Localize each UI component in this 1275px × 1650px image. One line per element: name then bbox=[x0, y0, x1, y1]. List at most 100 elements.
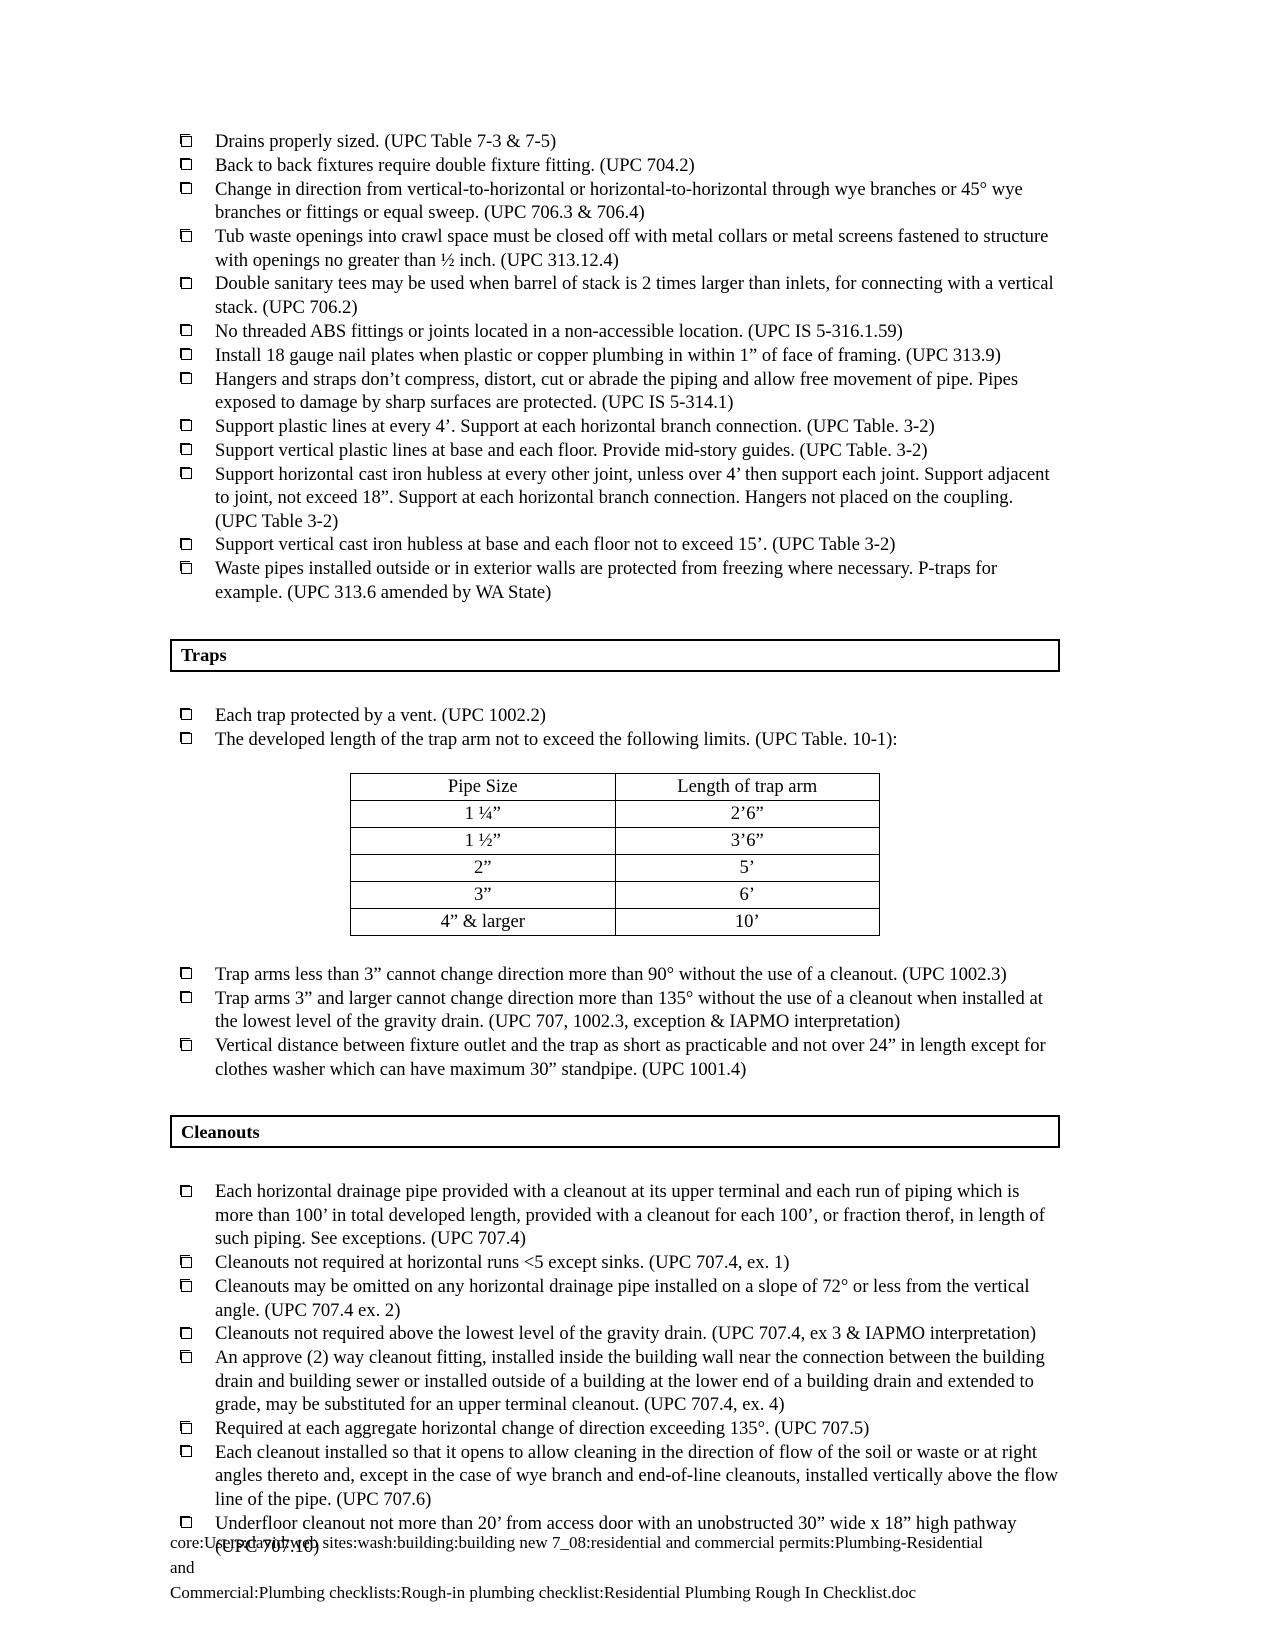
checklist-item-text: Cleanouts may be omitted on any horizont… bbox=[215, 1276, 1030, 1321]
checkbox-icon[interactable] bbox=[179, 347, 192, 361]
checklist-item[interactable]: Support horizontal cast iron hubless at … bbox=[170, 463, 1060, 533]
checklist-item[interactable]: Cleanouts not required above the lowest … bbox=[170, 1322, 1060, 1345]
checkbox-icon[interactable] bbox=[179, 1184, 192, 1197]
checkbox-icon[interactable] bbox=[179, 229, 192, 242]
checklist-item-text: Required at each aggregate horizontal ch… bbox=[215, 1418, 870, 1440]
table-row: 3” 6’ bbox=[350, 880, 880, 909]
table-cell-trap-arm-length: 10’ bbox=[614, 907, 880, 936]
checkbox-icon[interactable] bbox=[179, 1279, 192, 1292]
checklist-item[interactable]: Required at each aggregate horizontal ch… bbox=[170, 1417, 1060, 1440]
checklist-traps-continued: Trap arms less than 3” cannot change dir… bbox=[170, 963, 1060, 1081]
footer-line-2: Commercial:Plumbing checklists:Rough-in … bbox=[170, 1583, 917, 1602]
checklist-item-text: Cleanouts not required at horizontal run… bbox=[215, 1252, 790, 1274]
checklist-item[interactable]: Install 18 gauge nail plates when plasti… bbox=[170, 344, 1060, 367]
checklist-item[interactable]: Each trap protected by a vent. (UPC 1002… bbox=[170, 704, 1060, 727]
footer-line-1: core:Users:david:web sites:wash:building… bbox=[170, 1533, 984, 1577]
checklist-item[interactable]: Trap arms 3” and larger cannot change di… bbox=[170, 987, 1060, 1034]
checkbox-icon[interactable] bbox=[179, 466, 192, 480]
checklist-item[interactable]: Change in direction from vertical-to-hor… bbox=[170, 178, 1060, 225]
checklist-traps: Each trap protected by a vent. (UPC 1002… bbox=[170, 704, 1060, 751]
checkbox-icon[interactable] bbox=[179, 442, 192, 456]
checklist-item-text: Support vertical plastic lines at base a… bbox=[215, 439, 928, 461]
section-header-traps: Traps bbox=[170, 638, 1060, 672]
checklist-item-text: Support horizontal cast iron hubless at … bbox=[215, 463, 1050, 532]
checklist-item[interactable]: Support vertical cast iron hubless at ba… bbox=[170, 533, 1060, 556]
checkbox-icon[interactable] bbox=[179, 323, 192, 337]
table-row: 4” & larger 10’ bbox=[350, 907, 880, 936]
checkbox-icon[interactable] bbox=[179, 967, 192, 980]
checklist-item[interactable]: Each cleanout installed so that it opens… bbox=[170, 1441, 1060, 1511]
checklist-item[interactable]: An approve (2) way cleanout fitting, ins… bbox=[170, 1346, 1060, 1416]
checklist-item[interactable]: Each horizontal drainage pipe provided w… bbox=[170, 1180, 1060, 1250]
checkbox-icon[interactable] bbox=[179, 707, 192, 721]
checklist-drainage-continued: Drains properly sized. (UPC Table 7-3 & … bbox=[170, 130, 1060, 604]
checklist-item[interactable]: Tub waste openings into crawl space must… bbox=[170, 225, 1060, 272]
table-cell-pipe-size: 3” bbox=[350, 880, 616, 909]
footer-file-path: core:Users:david:web sites:wash:building… bbox=[170, 1530, 1000, 1605]
checkbox-icon[interactable] bbox=[179, 181, 192, 195]
checkbox-icon[interactable] bbox=[179, 1350, 192, 1363]
checkbox-icon[interactable] bbox=[179, 537, 192, 550]
table-cell-pipe-size: 2” bbox=[350, 853, 616, 882]
checkbox-icon[interactable] bbox=[179, 134, 192, 147]
checklist-item[interactable]: Back to back fixtures require double fix… bbox=[170, 154, 1060, 177]
checkbox-icon[interactable] bbox=[179, 1515, 192, 1529]
checklist-item-text: The developed length of the trap arm not… bbox=[215, 728, 898, 750]
checklist-item[interactable]: Drains properly sized. (UPC Table 7-3 & … bbox=[170, 130, 1060, 153]
checklist-item-text: Waste pipes installed outside or in exte… bbox=[215, 558, 998, 603]
checklist-item-text: Double sanitary tees may be used when ba… bbox=[215, 273, 1054, 318]
checklist-item-text: Hangers and straps don’t compress, disto… bbox=[215, 368, 1019, 413]
checklist-item[interactable]: Vertical distance between fixture outlet… bbox=[170, 1034, 1060, 1081]
section-title: Traps bbox=[181, 644, 227, 665]
checkbox-icon[interactable] bbox=[179, 418, 192, 432]
checklist-item-text: Drains properly sized. (UPC Table 7-3 & … bbox=[215, 131, 557, 152]
checklist-item[interactable]: Support plastic lines at every 4’. Suppo… bbox=[170, 415, 1060, 438]
checkbox-icon[interactable] bbox=[179, 731, 192, 745]
table-header-cell: Pipe Size bbox=[350, 772, 616, 801]
checkbox-icon[interactable] bbox=[179, 561, 192, 574]
table-cell-pipe-size: 1 ¼” bbox=[350, 799, 616, 828]
checkbox-icon[interactable] bbox=[179, 276, 192, 289]
trap-arm-table-container: Pipe Size Length of trap arm 1 ¼” 2’6” 1… bbox=[170, 772, 1060, 936]
checklist-item[interactable]: Double sanitary tees may be used when ba… bbox=[170, 272, 1060, 319]
checklist-item-text: Trap arms 3” and larger cannot change di… bbox=[215, 987, 1043, 1033]
checklist-item[interactable]: The developed length of the trap arm not… bbox=[170, 728, 1060, 751]
table-row: 2” 5’ bbox=[350, 853, 880, 882]
checklist-item[interactable]: Hangers and straps don’t compress, disto… bbox=[170, 368, 1060, 415]
table-cell-trap-arm-length: 6’ bbox=[614, 880, 880, 909]
checkbox-icon[interactable] bbox=[179, 1445, 192, 1458]
checklist-item[interactable]: Cleanouts may be omitted on any horizont… bbox=[170, 1275, 1060, 1322]
checkbox-icon[interactable] bbox=[179, 1421, 192, 1434]
checklist-item-text: Change in direction from vertical-to-hor… bbox=[215, 178, 1023, 224]
checklist-item[interactable]: Trap arms less than 3” cannot change dir… bbox=[170, 963, 1060, 986]
checkbox-icon[interactable] bbox=[179, 1255, 192, 1268]
table-cell-trap-arm-length: 3’6” bbox=[614, 826, 880, 855]
table-cell-pipe-size: 4” & larger bbox=[350, 907, 616, 936]
checklist-item[interactable]: Support vertical plastic lines at base a… bbox=[170, 439, 1060, 462]
table-cell-pipe-size: 1 ½” bbox=[350, 826, 616, 855]
table-cell-trap-arm-length: 5’ bbox=[614, 853, 880, 882]
checklist-item[interactable]: Cleanouts not required at horizontal run… bbox=[170, 1251, 1060, 1274]
checklist-item-text: Tub waste openings into crawl space must… bbox=[215, 226, 1049, 271]
checkbox-icon[interactable] bbox=[179, 371, 192, 385]
checklist-item-text: Support plastic lines at every 4’. Suppo… bbox=[215, 415, 935, 437]
trap-arm-table: Pipe Size Length of trap arm 1 ¼” 2’6” 1… bbox=[350, 772, 880, 936]
checklist-item-text: Vertical distance between fixture outlet… bbox=[215, 1035, 1046, 1080]
table-cell-trap-arm-length: 2’6” bbox=[614, 799, 880, 828]
checkbox-icon[interactable] bbox=[179, 990, 192, 1004]
table-header-cell: Length of trap arm bbox=[614, 772, 880, 801]
checklist-item-text: No threaded ABS fittings or joints locat… bbox=[215, 320, 903, 342]
checklist-item[interactable]: No threaded ABS fittings or joints locat… bbox=[170, 320, 1060, 343]
checklist-item-text: Back to back fixtures require double fix… bbox=[215, 154, 695, 176]
checklist-item-text: Support vertical cast iron hubless at ba… bbox=[215, 534, 896, 556]
checklist-item[interactable]: Waste pipes installed outside or in exte… bbox=[170, 557, 1060, 604]
checklist-item-text: Trap arms less than 3” cannot change dir… bbox=[215, 963, 1007, 985]
document-page: Drains properly sized. (UPC Table 7-3 & … bbox=[0, 0, 1275, 1650]
checkbox-icon[interactable] bbox=[179, 1326, 192, 1339]
checkbox-icon[interactable] bbox=[179, 1038, 192, 1051]
checkbox-icon[interactable] bbox=[179, 158, 192, 171]
